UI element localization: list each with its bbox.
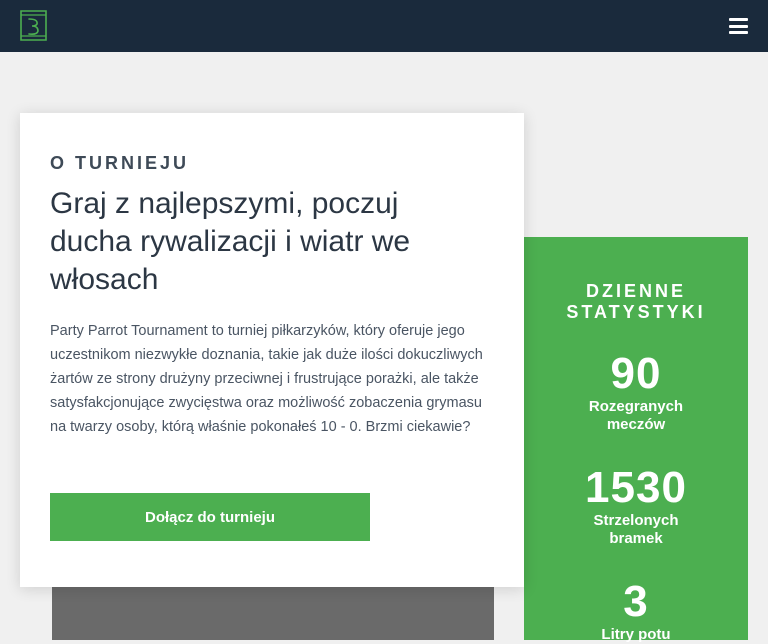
stat-sweat: 3 Litry potu	[524, 578, 748, 644]
section-eyebrow: O TURNIEJU	[50, 153, 190, 173]
stat-goals: 1530 Strzelonych bramek	[524, 464, 748, 548]
daily-stats-panel: DZIENNE STATYSTYKI 90 Rozegranych meczów…	[524, 237, 748, 643]
top-navbar	[0, 0, 768, 52]
stat-label: Litry potu	[601, 626, 671, 643]
stat-value: 1530	[585, 463, 687, 512]
join-tournament-button[interactable]: Dołącz do turnieju	[50, 493, 370, 541]
about-tournament-card: O TURNIEJU Graj z najlepszymi, poczuj du…	[20, 113, 524, 587]
page-headline: Graj z najlepszymi, poczuj ducha rywaliz…	[50, 187, 411, 296]
tournament-description: Party Parrot Tournament to turniej piłka…	[50, 323, 483, 435]
stat-value: 90	[610, 349, 662, 398]
stat-value: 3	[623, 577, 649, 626]
hamburger-menu-icon[interactable]	[729, 18, 748, 34]
stat-label: Strzelonych bramek	[593, 512, 679, 547]
stat-matches: 90 Rozegranych meczów	[524, 350, 748, 434]
beer-glass-logo-icon[interactable]	[19, 9, 48, 42]
stats-title: DZIENNE STATYSTYKI	[566, 281, 706, 322]
stat-label: Rozegranych meczów	[588, 398, 684, 433]
